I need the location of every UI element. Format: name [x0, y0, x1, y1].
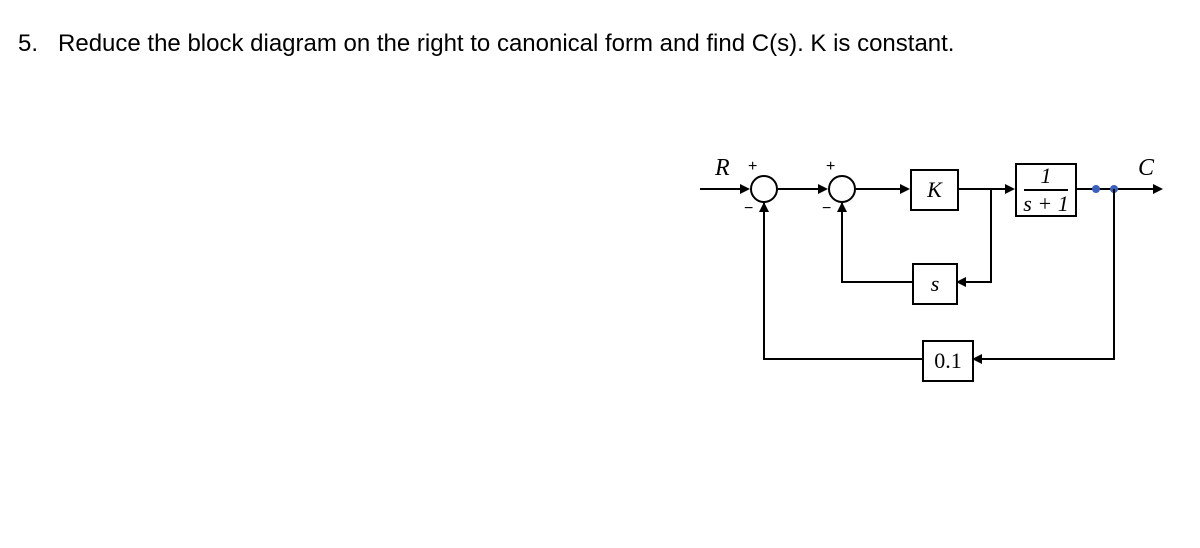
- wire: [856, 188, 902, 190]
- arrow-icon: [818, 184, 828, 194]
- summing-junction-1: [750, 175, 778, 203]
- wire: [778, 188, 820, 190]
- block-diagram: R C + − + − K 1 s + 1 s 0.1: [700, 155, 1180, 455]
- wire: [841, 203, 843, 283]
- wire: [841, 281, 912, 283]
- transfer-block: 1 s + 1: [1015, 163, 1077, 217]
- summing-junction-2: [828, 175, 856, 203]
- gain-block-K: K: [910, 169, 959, 211]
- question-text: Reduce the block diagram on the right to…: [58, 30, 954, 57]
- output-label: C: [1138, 155, 1154, 182]
- feedback-block-s: s: [912, 263, 958, 305]
- arrow-icon: [900, 184, 910, 194]
- question-number: 5.: [18, 30, 38, 58]
- wire: [990, 189, 992, 283]
- plus-sign: +: [826, 158, 835, 176]
- wire: [957, 188, 1007, 190]
- feedback-block-h: 0.1: [922, 340, 974, 382]
- wire: [763, 203, 765, 360]
- arrow-icon: [740, 184, 750, 194]
- arrow-icon: [1153, 184, 1163, 194]
- input-label: R: [715, 155, 730, 182]
- wire: [700, 188, 742, 190]
- fraction-num: 1: [1041, 165, 1052, 187]
- arrow-icon: [1005, 184, 1015, 194]
- arrow-icon: [837, 202, 847, 212]
- plus-sign: +: [748, 158, 757, 176]
- fraction-den: s + 1: [1023, 193, 1068, 215]
- wire: [763, 358, 922, 360]
- wire: [1113, 189, 1115, 359]
- minus-sign: −: [744, 200, 753, 218]
- question-line: 5. Reduce the block diagram on the right …: [18, 30, 954, 58]
- pickoff-dot: [1092, 185, 1100, 193]
- wire: [972, 358, 1115, 360]
- minus-sign: −: [822, 200, 831, 218]
- arrow-icon: [759, 202, 769, 212]
